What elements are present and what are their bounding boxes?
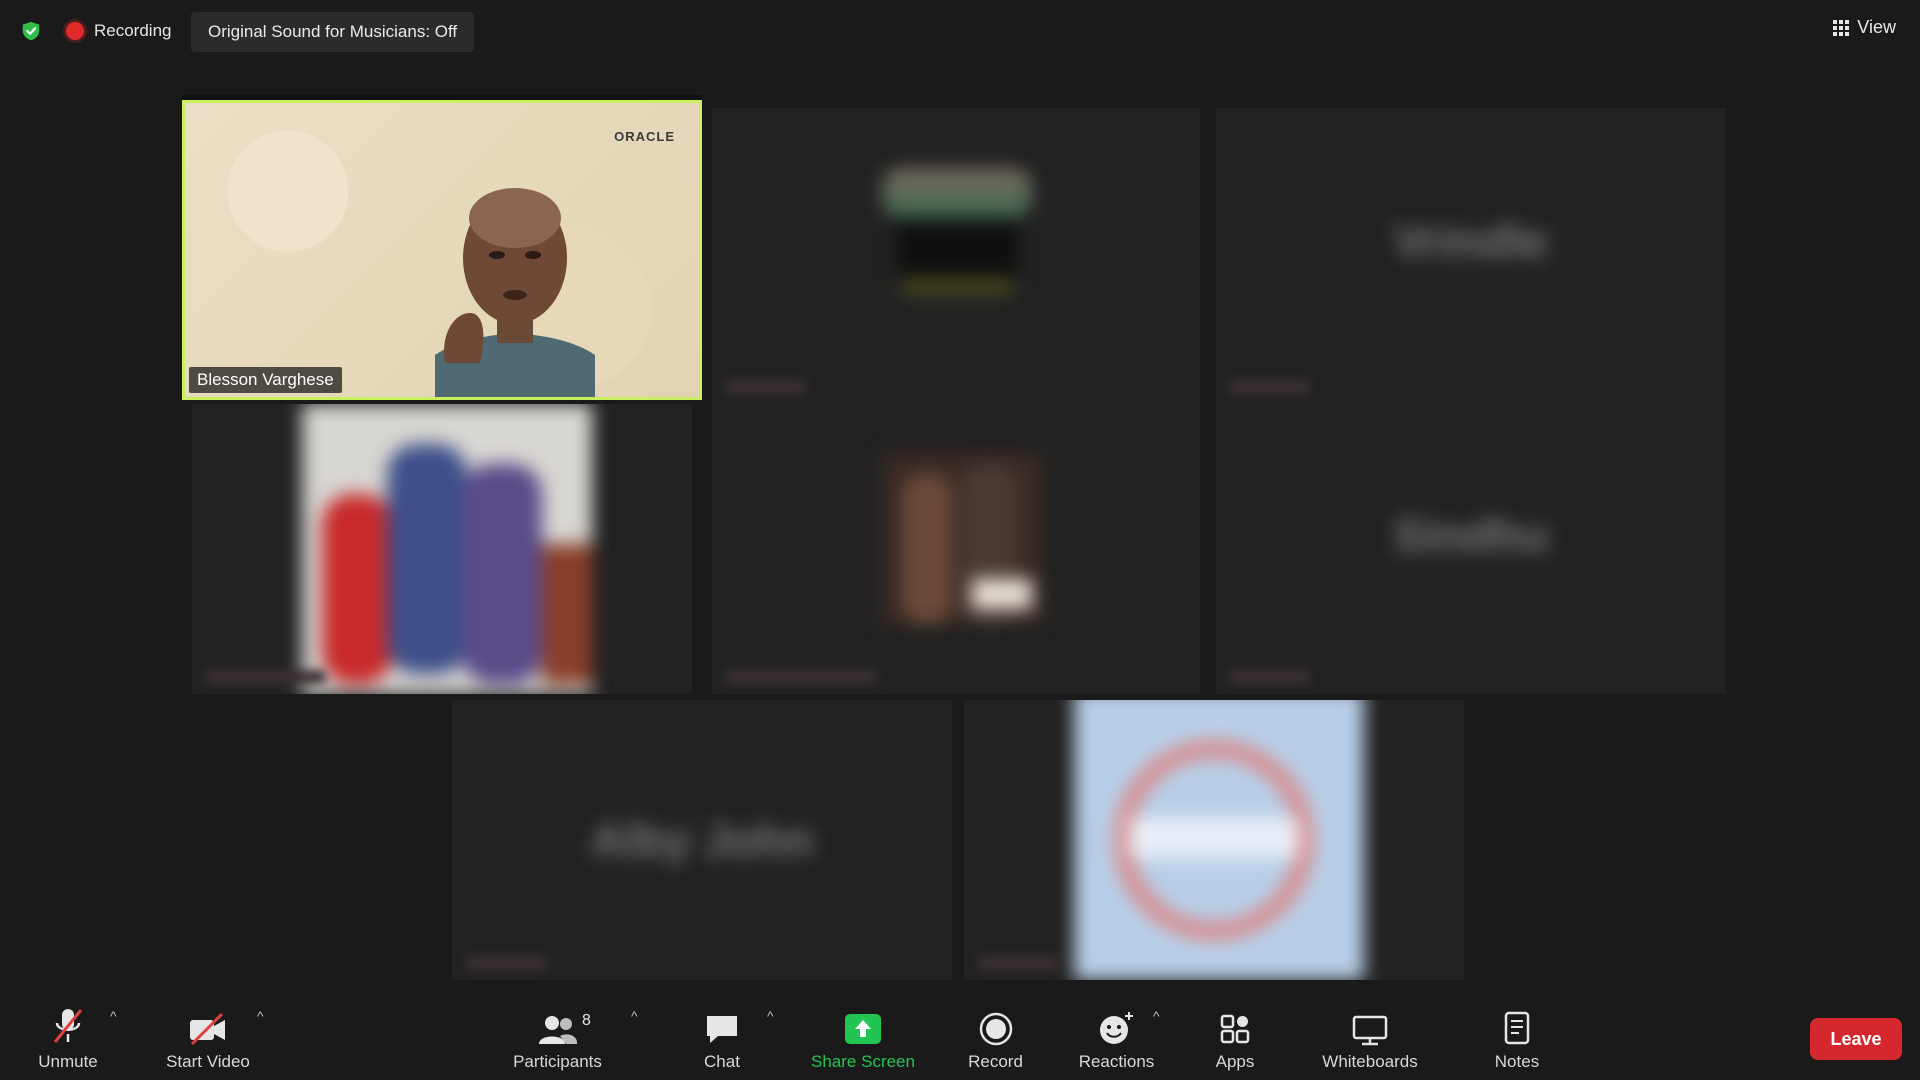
reactions-label: Reactions: [1078, 1052, 1155, 1071]
security-shield-icon[interactable]: [20, 20, 42, 42]
blurred-name-tag: [1230, 670, 1310, 684]
record-button[interactable]: Record: [958, 988, 1033, 1080]
share-screen-button[interactable]: Share Screen: [808, 988, 918, 1080]
speaker-name-tag: Blesson Varghese: [189, 367, 342, 393]
blurred-avatar-text: Vrindle: [1394, 215, 1548, 268]
participant-tile-8[interactable]: [964, 700, 1464, 980]
notes-icon: [1504, 1011, 1530, 1045]
speaker-video-person: [435, 188, 595, 397]
blurred-video: [192, 404, 692, 694]
participant-tile-2[interactable]: [712, 108, 1200, 404]
whiteboard-icon: [1352, 1015, 1388, 1046]
muted-microphone-icon: [53, 1009, 83, 1043]
participants-icon: [538, 1016, 577, 1044]
recording-dot-icon: [66, 22, 84, 40]
blurred-name-tag: [726, 380, 806, 394]
unmute-button[interactable]: Unmute: [28, 988, 108, 1080]
blurred-video: [712, 404, 1200, 694]
participant-tile-7[interactable]: Alby John: [452, 700, 952, 980]
participant-tile-5[interactable]: [712, 404, 1200, 694]
reactions-button[interactable]: Reactions: [1074, 988, 1159, 1080]
grid-view-icon: [1833, 19, 1850, 36]
reactions-emoji-icon: [1099, 1012, 1133, 1044]
chat-bubble-icon: [707, 1016, 737, 1043]
blurred-name-tag: [206, 670, 326, 684]
participant-tile-3[interactable]: Vrindle: [1216, 108, 1726, 404]
active-speaker-tile[interactable]: ORACLE Blesson Varghese: [182, 100, 702, 400]
recording-indicator[interactable]: Recording: [66, 18, 172, 44]
participant-tile-4[interactable]: [192, 404, 692, 694]
record-label: Record: [968, 1052, 1023, 1071]
video-off-icon: [190, 1012, 225, 1046]
whiteboards-button[interactable]: Whiteboards: [1315, 988, 1425, 1080]
participants-label: Participants: [513, 1052, 602, 1071]
share-screen-label: Share Screen: [811, 1052, 915, 1071]
blurred-name-tag: [978, 956, 1058, 970]
participants-button[interactable]: Participants: [505, 988, 610, 1080]
apps-icon: [1220, 1014, 1250, 1044]
top-bar: Recording Original Sound for Musicians: …: [0, 0, 1920, 62]
chat-label: Chat: [704, 1052, 740, 1071]
reactions-options-caret-icon[interactable]: ^: [1153, 1008, 1160, 1024]
notes-button[interactable]: Notes: [1487, 988, 1547, 1080]
apps-button[interactable]: Apps: [1205, 988, 1265, 1080]
oracle-logo: ORACLE: [614, 129, 675, 144]
apps-label: Apps: [1215, 1052, 1255, 1071]
meeting-toolbar: Unmute ^ Start Video ^ Participants 8 ^: [0, 988, 1920, 1080]
participants-options-caret-icon[interactable]: ^: [631, 1008, 638, 1024]
start-video-label: Start Video: [166, 1052, 250, 1071]
leave-button[interactable]: Leave: [1810, 1018, 1902, 1060]
blurred-video: [712, 108, 1200, 404]
audio-options-caret-icon[interactable]: ^: [110, 1008, 117, 1024]
chat-options-caret-icon[interactable]: ^: [767, 1008, 774, 1024]
participant-tile-6[interactable]: Sindhu: [1216, 404, 1726, 694]
chat-button[interactable]: Chat: [692, 988, 752, 1080]
view-label: View: [1857, 17, 1896, 37]
view-button[interactable]: View: [1833, 17, 1896, 38]
video-options-caret-icon[interactable]: ^: [257, 1008, 264, 1024]
participants-count: 8: [582, 1012, 591, 1029]
share-screen-icon: [845, 1014, 881, 1044]
whiteboards-label: Whiteboards: [1322, 1052, 1418, 1071]
original-sound-toggle[interactable]: Original Sound for Musicians: Off: [191, 12, 475, 52]
recording-label: Recording: [94, 21, 172, 40]
blurred-avatar-text: Sindhu: [1393, 508, 1549, 561]
blurred-name-tag: [466, 956, 546, 970]
start-video-button[interactable]: Start Video: [158, 988, 258, 1080]
blurred-name-tag: [1230, 380, 1310, 394]
blurred-video: [964, 700, 1464, 980]
record-icon: [979, 1012, 1012, 1046]
notes-label: Notes: [1494, 1052, 1540, 1071]
blurred-name-tag: [726, 670, 876, 684]
blurred-avatar-text: Alby John: [590, 814, 814, 866]
unmute-label: Unmute: [38, 1052, 98, 1071]
